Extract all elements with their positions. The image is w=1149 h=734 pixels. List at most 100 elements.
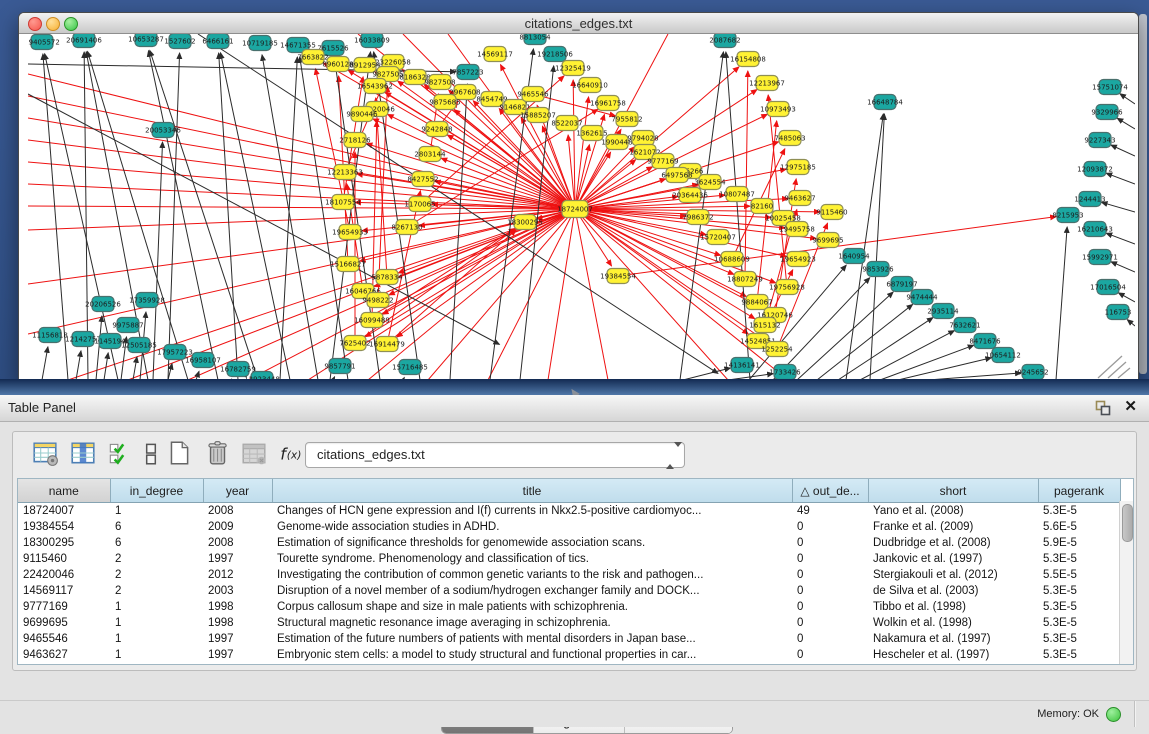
float-panel-icon[interactable] xyxy=(1095,400,1111,416)
table-cell[interactable]: 6 xyxy=(110,535,203,551)
table-cell[interactable]: 0 xyxy=(792,519,868,535)
network-node[interactable]: 7625402 xyxy=(339,336,370,351)
table-cell[interactable]: 1 xyxy=(110,615,203,631)
network-node[interactable]: 20691406 xyxy=(66,34,102,48)
table-cell[interactable]: 5.6E-5 xyxy=(1038,519,1120,535)
network-node[interactable]: 1170065 xyxy=(404,197,435,212)
table-cell[interactable]: Structural magnetic resonance image aver… xyxy=(272,615,792,631)
network-node[interactable]: 12093872 xyxy=(1077,162,1113,177)
network-node[interactable]: 9463627 xyxy=(784,191,815,206)
table-cell[interactable]: 1998 xyxy=(203,615,272,631)
column-header-name[interactable]: name xyxy=(18,479,110,503)
network-edge[interactable] xyxy=(330,52,371,380)
table-row[interactable]: 1872400712008Changes of HCN gene express… xyxy=(18,503,1120,520)
network-node[interactable]: 7632621 xyxy=(949,318,980,333)
network-node[interactable]: 9245652 xyxy=(1017,365,1048,380)
network-node[interactable]: 14136141 xyxy=(724,358,760,373)
table-cell[interactable]: 5.3E-5 xyxy=(1038,647,1120,663)
network-edge[interactable] xyxy=(870,114,884,380)
table-cell[interactable]: 5.3E-5 xyxy=(1038,599,1120,615)
network-node[interactable]: 14569117 xyxy=(477,47,513,62)
network-node[interactable]: 17359928 xyxy=(129,293,165,308)
table-row[interactable]: 977716911998Corpus callosum shape and si… xyxy=(18,599,1120,615)
table-row[interactable]: 946554611997Estimation of the future num… xyxy=(18,631,1120,647)
table-cell[interactable]: 0 xyxy=(792,647,868,663)
network-node[interactable]: 116753 xyxy=(1105,305,1132,320)
network-node[interactable]: 8471676 xyxy=(969,334,1001,349)
network-edge[interactable] xyxy=(1111,262,1135,272)
table-cell[interactable]: Wolkin et al. (1998) xyxy=(868,615,1038,631)
network-edge[interactable] xyxy=(397,209,575,337)
table-cell[interactable]: Tourette syndrome. Phenomenology and cla… xyxy=(272,551,792,567)
table-cell[interactable]: 0 xyxy=(792,615,868,631)
select-rows-button[interactable] xyxy=(106,439,136,469)
network-node[interactable]: 1244413 xyxy=(1074,192,1105,207)
column-header-year[interactable]: year xyxy=(203,479,272,503)
network-node[interactable]: 9699695 xyxy=(812,233,843,248)
network-node[interactable]: 3624554 xyxy=(694,175,726,190)
network-node[interactable]: 10688609 xyxy=(714,252,750,267)
column-header-pagerank[interactable]: pagerank xyxy=(1038,479,1120,503)
column-header-in_degree[interactable]: in_degree xyxy=(110,479,203,503)
table-cell[interactable]: 0 xyxy=(792,551,868,567)
network-node[interactable]: 7955812 xyxy=(611,112,642,127)
table-cell[interactable]: 22420046 xyxy=(18,567,110,583)
network-node[interactable]: 8522037 xyxy=(551,116,582,131)
network-edge[interactable] xyxy=(1120,94,1135,104)
network-node[interactable]: 9827508 xyxy=(424,75,455,90)
table-cell[interactable]: 5.3E-5 xyxy=(1038,583,1120,599)
network-edge[interactable] xyxy=(262,55,318,380)
network-node[interactable]: 10653287 xyxy=(128,34,164,47)
network-node[interactable]: 9329966 xyxy=(1091,105,1123,120)
table-cell[interactable]: Estimation of significance thresholds fo… xyxy=(272,535,792,551)
network-edge[interactable] xyxy=(1106,173,1135,184)
table-cell[interactable]: Changes of HCN gene expression and I(f) … xyxy=(272,503,792,520)
network-node[interactable]: 9853926 xyxy=(862,262,894,277)
table-row[interactable]: 1830029562008Estimation of significance … xyxy=(18,535,1120,551)
table-cell[interactable]: 2003 xyxy=(203,583,272,599)
table-cell[interactable]: Genome-wide association studies in ADHD. xyxy=(272,519,792,535)
network-node[interactable]: 82160 xyxy=(751,199,773,214)
table-cell[interactable]: 1997 xyxy=(203,551,272,567)
network-edge[interactable] xyxy=(1111,145,1135,156)
table-cell[interactable]: 9115460 xyxy=(18,551,110,567)
network-node[interactable]: 10719185 xyxy=(242,36,278,51)
network-edge[interactable] xyxy=(1117,118,1135,129)
network-node[interactable]: 1733426 xyxy=(769,365,801,380)
column-chooser-button[interactable] xyxy=(137,439,167,469)
new-file-button[interactable] xyxy=(165,439,195,469)
table-cell[interactable]: Stergiakouli et al. (2012) xyxy=(868,567,1038,583)
table-cell[interactable]: 9463627 xyxy=(18,647,110,663)
network-node[interactable]: 19405572 xyxy=(28,35,60,50)
network-edge[interactable] xyxy=(797,292,893,380)
table-cell[interactable]: Disruption of a novel member of a sodium… xyxy=(272,583,792,599)
network-edge[interactable] xyxy=(1102,202,1135,212)
table-cell[interactable]: Dudbridge et al. (2008) xyxy=(868,535,1038,551)
network-edge[interactable] xyxy=(148,51,218,380)
network-edge[interactable] xyxy=(817,304,913,380)
network-edge[interactable] xyxy=(575,97,589,209)
table-selector[interactable]: citations_edges.txt xyxy=(305,442,685,468)
network-node[interactable]: 16648784 xyxy=(867,95,903,110)
network-node[interactable]: 12325419 xyxy=(555,61,591,76)
table-cell[interactable]: 9777169 xyxy=(18,599,110,615)
table-cell[interactable]: 9465546 xyxy=(18,631,110,647)
table-cell[interactable]: Yano et al. (2008) xyxy=(868,503,1038,520)
table-cell[interactable]: Tibbo et al. (1998) xyxy=(868,599,1038,615)
network-node[interactable]: 15751074 xyxy=(1092,80,1128,95)
table-cell[interactable]: 1 xyxy=(110,599,203,615)
table-row[interactable]: 2242004622012Investigating the contribut… xyxy=(18,567,1120,583)
table-cell[interactable]: 0 xyxy=(792,567,868,583)
network-node[interactable]: 8427552 xyxy=(407,172,438,187)
table-cell[interactable]: Hescheler et al. (1997) xyxy=(868,647,1038,663)
table-cell[interactable]: 0 xyxy=(792,599,868,615)
table-cell[interactable]: 5.3E-5 xyxy=(1038,551,1120,567)
table-cell[interactable]: 9699695 xyxy=(18,615,110,631)
table-cell[interactable]: 1997 xyxy=(203,631,272,647)
network-node[interactable]: 9857791 xyxy=(324,359,355,374)
network-edge[interactable] xyxy=(575,209,748,334)
table-settings-button[interactable] xyxy=(31,439,61,469)
network-edge[interactable] xyxy=(280,57,297,380)
network-edge[interactable] xyxy=(1118,293,1135,302)
table-cell[interactable]: 2008 xyxy=(203,535,272,551)
